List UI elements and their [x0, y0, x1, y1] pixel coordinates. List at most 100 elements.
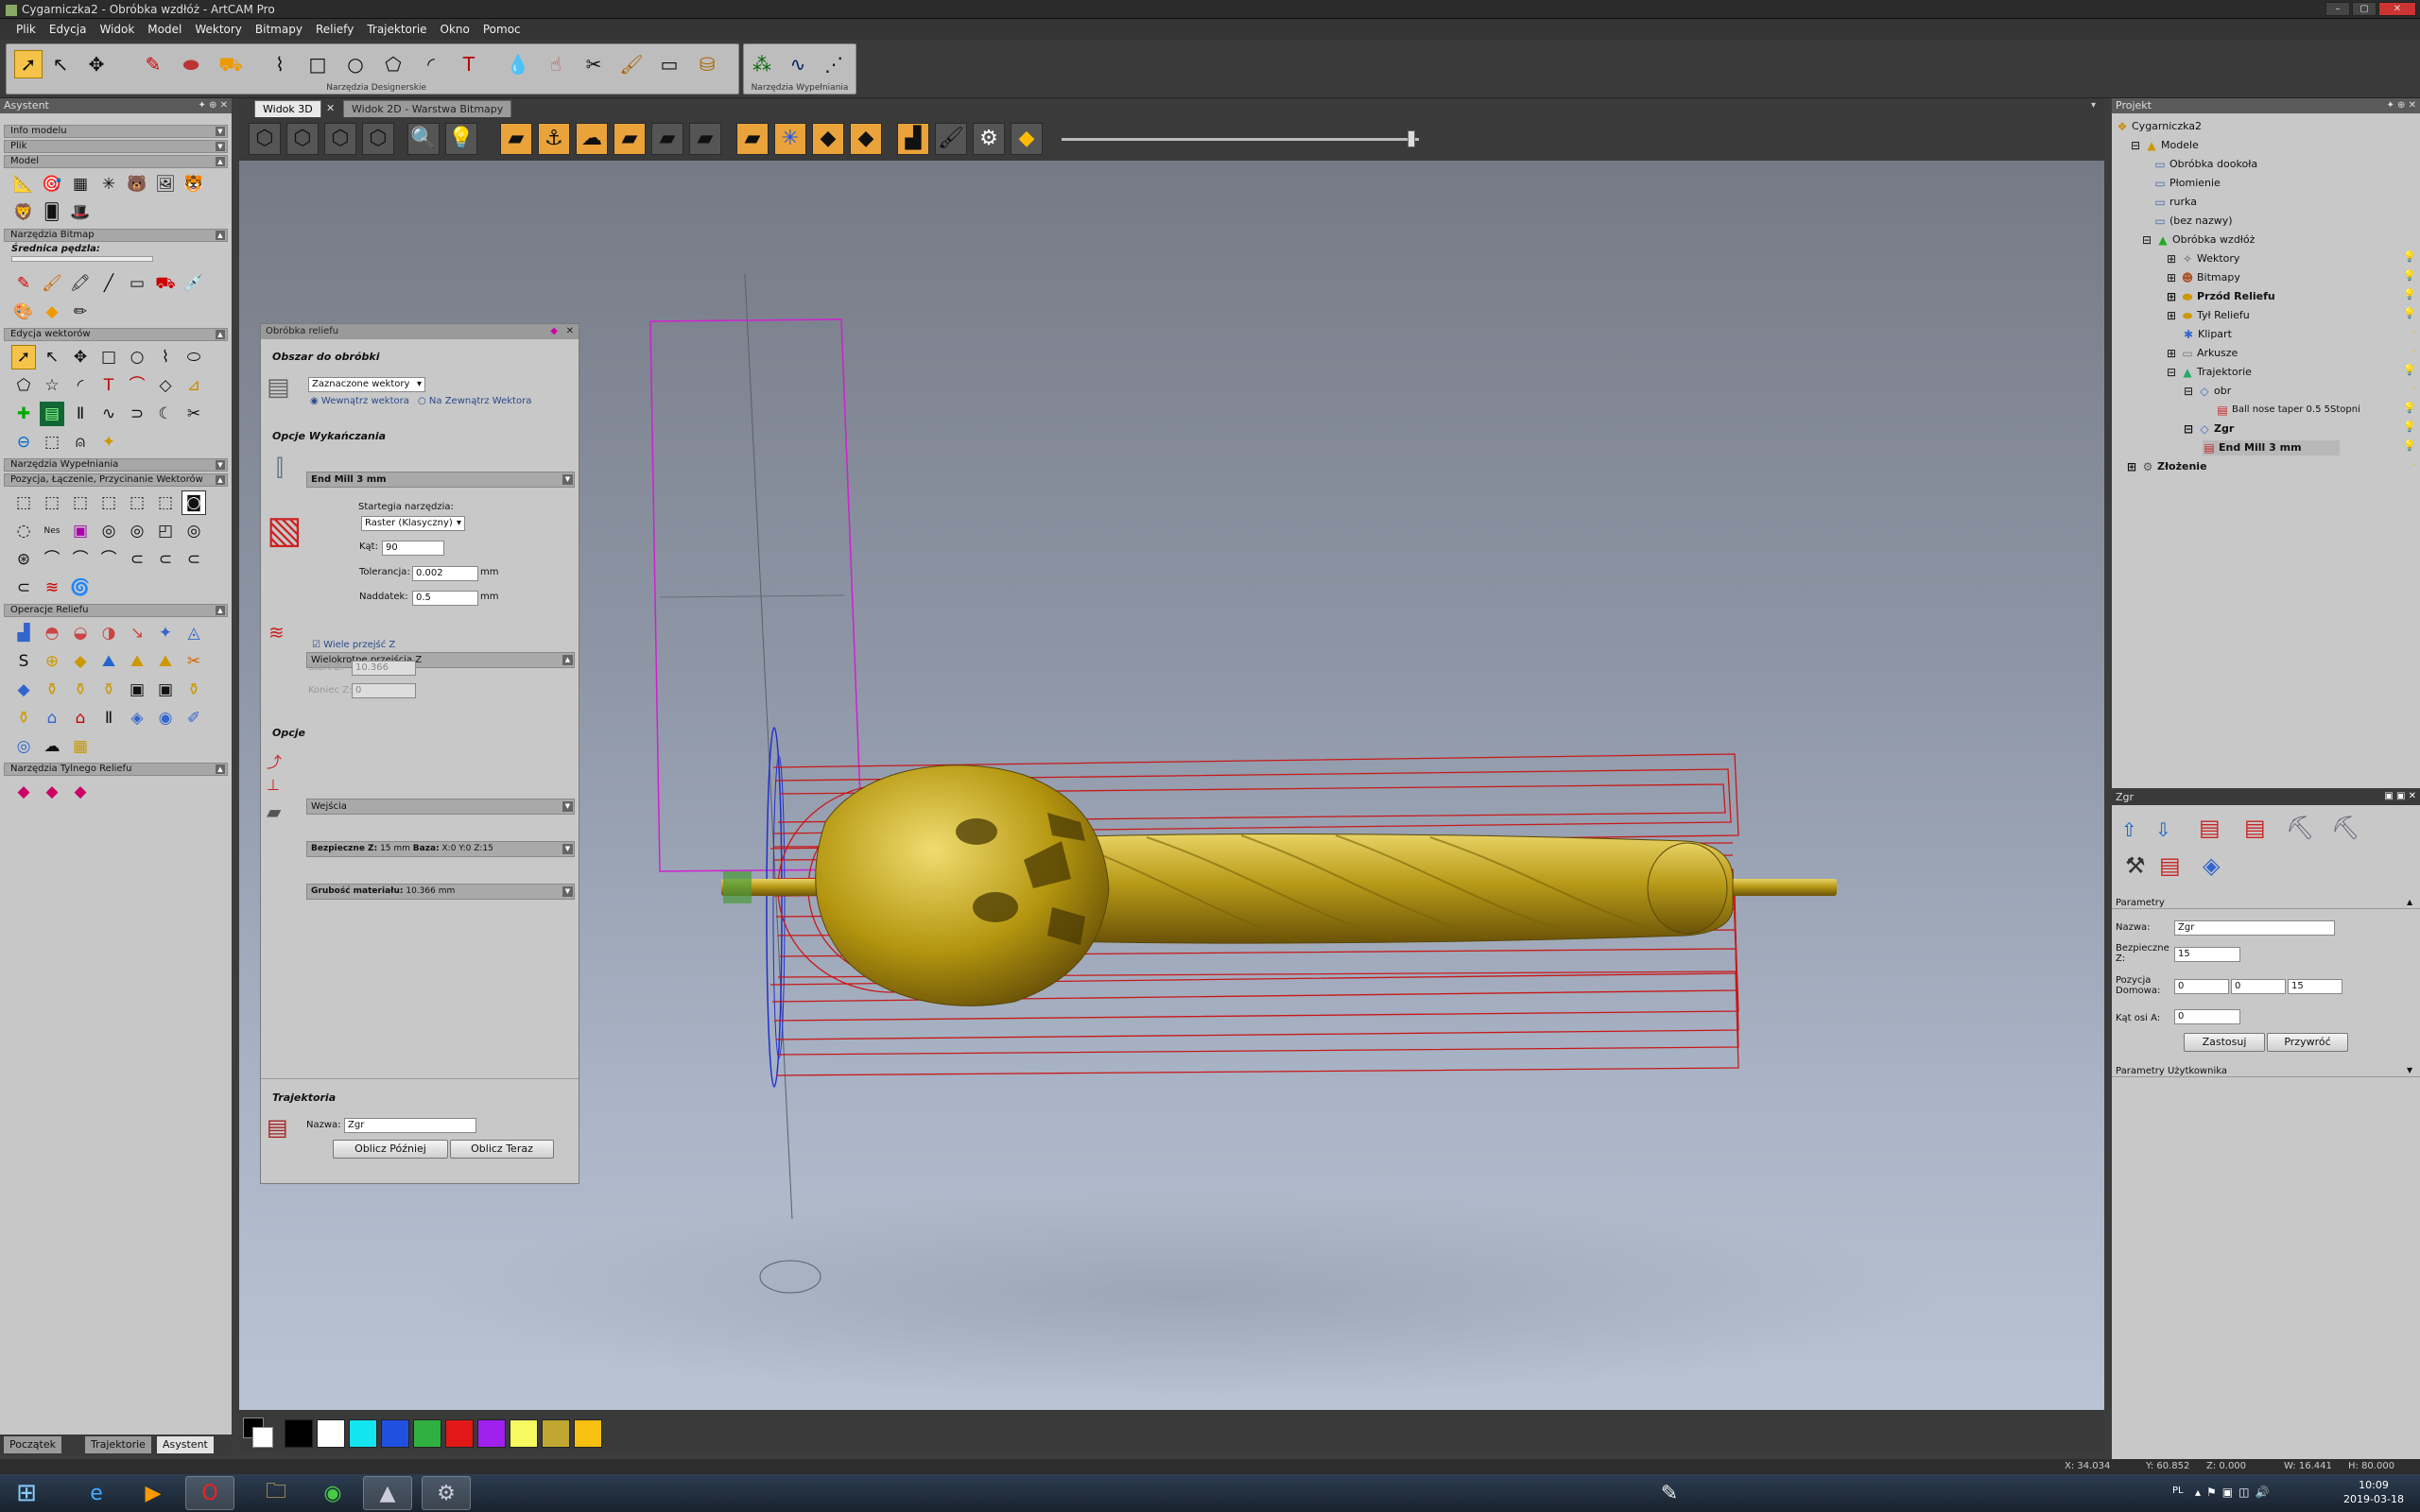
shade-icon[interactable]: ▰ [651, 123, 683, 155]
tab-toolpaths[interactable]: Trajektorie [85, 1436, 151, 1453]
tree-item[interactable]: ▭ (bez nazwy) [2153, 214, 2232, 229]
radio-outside[interactable]: ○ Na Zewnątrz Wektora [418, 396, 531, 406]
group-icon[interactable]: ◙ [182, 490, 206, 515]
menu-widok[interactable]: Widok [93, 19, 141, 40]
start-z-input[interactable]: 10.366 [352, 661, 416, 676]
radio-inside[interactable]: ◉ Wewnątrz wektora [310, 396, 409, 406]
trim-d-icon[interactable]: ⌒ [96, 547, 121, 572]
relief-cap-icon[interactable]: ⌂ [68, 706, 93, 730]
paintbrush-alt-icon[interactable]: 🖍 [68, 271, 93, 296]
wave-pattern-icon[interactable]: ≋ [40, 576, 64, 600]
paint-icon[interactable]: ⬬ [177, 50, 205, 78]
secondary-colour[interactable] [252, 1427, 273, 1448]
chrome-icon[interactable]: ◉ [308, 1476, 357, 1510]
vector-select-icon[interactable]: ➚ [11, 345, 36, 369]
section-back-relief[interactable]: Narzędzia Tylnego Reliefu ▲ [4, 763, 228, 776]
paintbrush-icon[interactable]: 🖌 [40, 271, 64, 296]
section-relief-ops[interactable]: Operacje Reliefu ▲ [4, 604, 228, 617]
join-e-icon[interactable]: ◎ [182, 519, 206, 543]
relief-texture-icon[interactable]: ⊕ [40, 649, 64, 674]
colour-icon[interactable]: ◆ [1011, 123, 1043, 155]
vector-node-icon[interactable]: ↖ [40, 345, 64, 369]
plane-alt-icon[interactable]: ◆ [850, 123, 882, 155]
restore-button[interactable]: Przywróć [2267, 1033, 2348, 1052]
wire-icon[interactable]: ▰ [689, 123, 721, 155]
tree-item[interactable]: ⊞ ⚙ Złożenie [2125, 459, 2207, 474]
language-indicator[interactable]: PL [2172, 1486, 2184, 1496]
picker-icon[interactable]: 💉 [182, 271, 206, 296]
model-size-icon[interactable]: 📐 [11, 172, 36, 197]
relief-save-icon[interactable]: ⚱ [68, 678, 93, 702]
menu-okno[interactable]: Okno [434, 19, 476, 40]
entries-bar[interactable]: Wejścia ▼ [306, 799, 575, 815]
view-iso-icon[interactable]: ⬡ [249, 123, 281, 155]
calc-now-button[interactable]: Oblicz Teraz [450, 1140, 554, 1159]
vector-split-icon[interactable]: ✂ [182, 402, 206, 426]
safe-z-bar[interactable]: Bezpieczne Z: 15 mm Baza: X:0 Y:0 Z:15 ▼ [306, 841, 575, 857]
project-pin-icon[interactable]: ✦ ⊕ ✕ [2387, 100, 2417, 111]
vector-text-arc-icon[interactable]: ⌒ [125, 373, 149, 398]
light-icon[interactable]: 💡 [445, 123, 477, 155]
trim-e-icon[interactable]: ⊂ [125, 547, 149, 572]
checker-icon[interactable]: ▦ [68, 172, 93, 197]
tree-item[interactable]: ▤ Ball nose taper 0.5 5Stopni [2216, 403, 2360, 418]
vector-wizard-icon[interactable]: ✦ [96, 430, 121, 455]
vector-polyline-icon[interactable]: ⌇ [153, 345, 178, 369]
vector-ellipse-icon[interactable]: ⬭ [182, 345, 206, 369]
view-front-icon[interactable]: ⬡ [286, 123, 319, 155]
relief-dome-icon[interactable]: ◓ [40, 621, 64, 645]
relief-cloud-icon[interactable]: ☁ [40, 734, 64, 759]
zgr-safe-input[interactable]: 15 [2174, 947, 2240, 962]
export-icon[interactable]: 🐯 [182, 172, 206, 197]
menu-plik[interactable]: Plik [9, 19, 43, 40]
simulate-icon[interactable]: ⛏ [2286, 815, 2314, 841]
pen-icon[interactable]: ✎ [11, 271, 36, 296]
circle-icon[interactable]: ○ [341, 50, 370, 78]
multi-pass-checkbox[interactable]: ☑ Wiele przejść Z [312, 640, 395, 650]
relief-shape-icon[interactable]: ▟ [11, 621, 36, 645]
notes-icon[interactable]: ✎ [1645, 1476, 1694, 1510]
back-relief-c-icon[interactable]: ◆ [68, 780, 93, 804]
apply-button[interactable]: Zastosuj [2184, 1033, 2265, 1052]
vector-grid-icon[interactable]: ▤ [40, 402, 64, 426]
zoom-icon[interactable]: 🔍 [407, 123, 440, 155]
tolerance-input[interactable]: 0.002 [412, 566, 478, 581]
tree-item[interactable]: ⊟ ◇ Zgr [2182, 421, 2234, 437]
section-position[interactable]: Pozycja, Łączenie, Przycinanie Wektorów ▲ [4, 473, 228, 487]
minimize-button[interactable]: – [2325, 2, 2350, 16]
nesting-icon[interactable]: Nes [40, 519, 64, 543]
tree-item[interactable]: ⊞ ▭ Arkusze [2165, 346, 2238, 361]
multi-pass-bar[interactable]: Wielokrotne przejścia Z▲ [306, 652, 575, 668]
relief-load-icon[interactable]: ⚱ [96, 678, 121, 702]
relief-weave-icon[interactable]: ◈ [125, 706, 149, 730]
visibility-icons[interactable]: 💡 💡 💡 💡 · · 💡 · 💡 💡 💡 · [2403, 248, 2416, 474]
align-center-icon[interactable]: ⬚ [40, 490, 64, 515]
dialog-close-icon[interactable]: ✕ [566, 324, 574, 339]
select-tool-icon[interactable]: ➚ [14, 50, 43, 78]
relief-zero-icon[interactable]: ⚱ [182, 678, 206, 702]
vector-text-icon[interactable]: T [96, 373, 121, 398]
section-vector-edit[interactable]: Edycja wektorów ▲ [4, 328, 228, 341]
tree-item[interactable]: ⊞ ✧ Wektory [2165, 251, 2239, 266]
relief-layer-icon[interactable]: ▦ [68, 734, 93, 759]
snow-icon[interactable]: ✳ [774, 123, 806, 155]
vector-add-icon[interactable]: ✚ [11, 402, 36, 426]
vector-curve-icon[interactable]: ☾ [153, 402, 178, 426]
colour-swatch[interactable] [317, 1419, 345, 1448]
opera-icon[interactable]: O [185, 1476, 234, 1510]
tree-item[interactable]: ⊟ ▲ Trajektorie [2165, 365, 2252, 380]
trim-a-icon[interactable]: ⊛ [11, 547, 36, 572]
tree-item[interactable]: ⊟ ◇ obr [2182, 384, 2231, 399]
vector-transform-icon[interactable]: ✥ [68, 345, 93, 369]
calc-later-button[interactable]: Oblicz Później [333, 1140, 448, 1159]
eraser-icon[interactable]: ▭ [655, 50, 683, 78]
colour-swatch[interactable] [381, 1419, 409, 1448]
clock[interactable]: 10:09 2019-03-18 [2341, 1478, 2407, 1506]
tree-item[interactable]: ⊟ ▲ Modele [2129, 138, 2199, 153]
section-info[interactable]: Info modelu ▼ [4, 125, 228, 138]
media-player-icon[interactable]: ▶ [129, 1476, 178, 1510]
tree-item[interactable]: ▭ Obróbka dookoła [2153, 157, 2257, 172]
anchor-icon[interactable]: ⚓ [538, 123, 570, 155]
zoom-slider[interactable] [1062, 138, 1419, 141]
allowance-input[interactable]: 0.5 [412, 591, 478, 606]
